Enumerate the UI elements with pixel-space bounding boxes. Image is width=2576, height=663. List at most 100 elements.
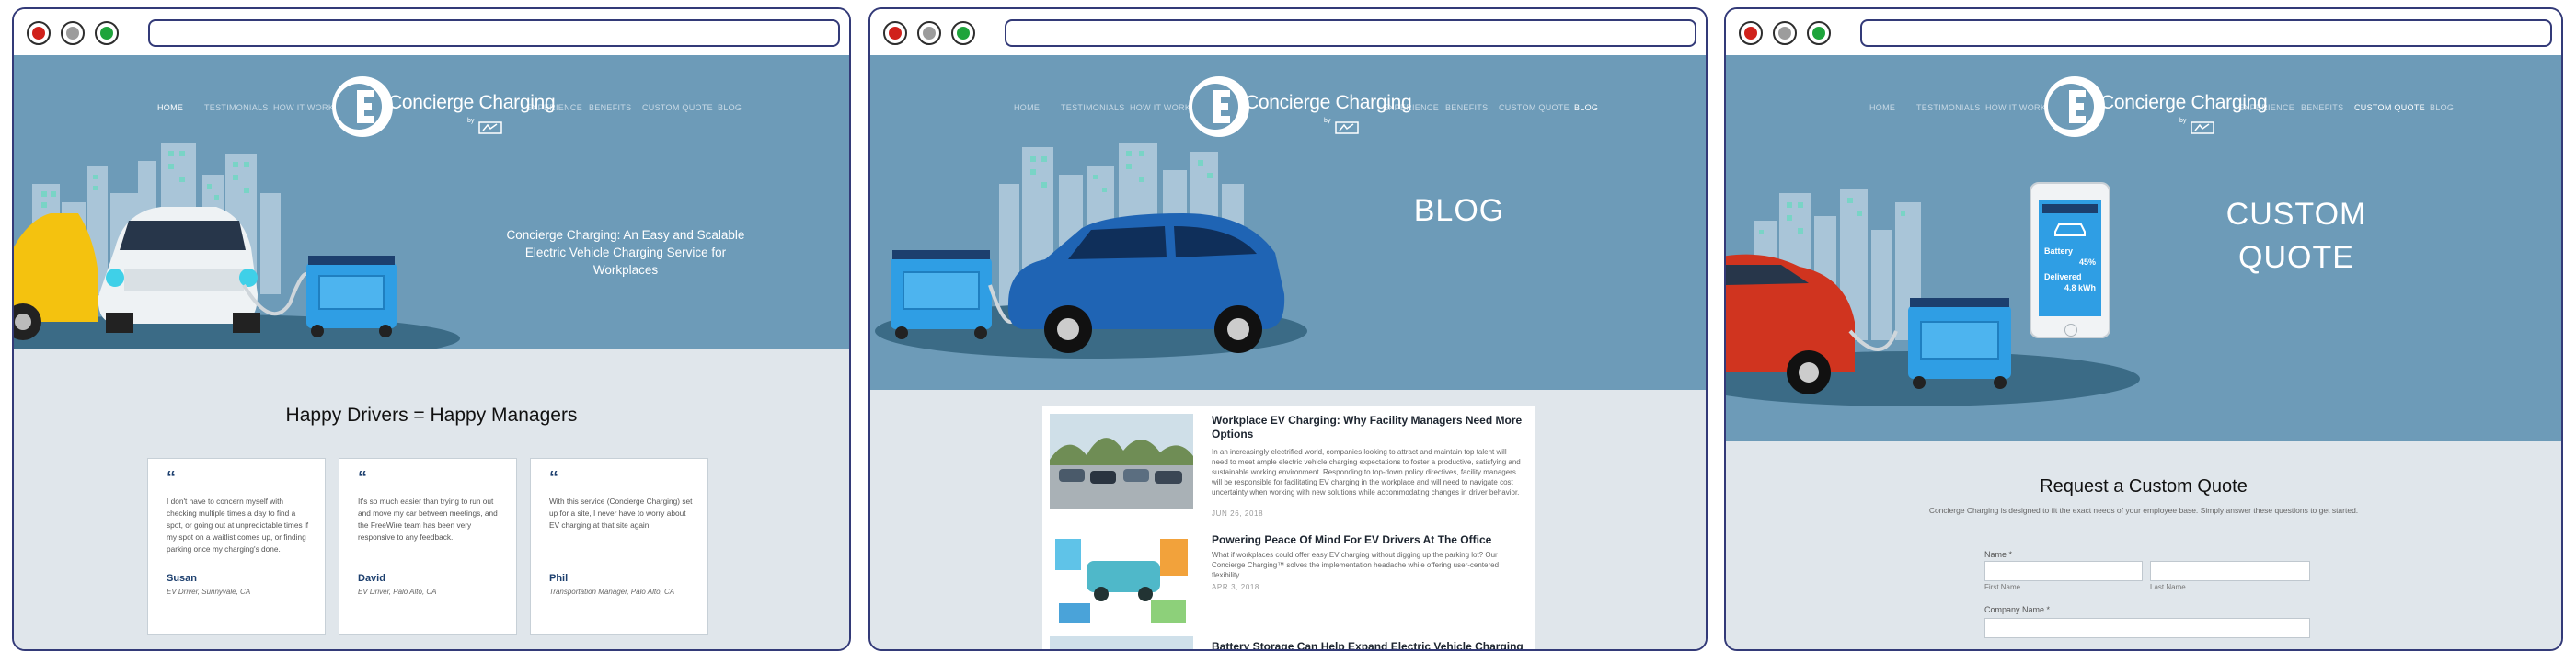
minimize-window-button[interactable] <box>1773 21 1797 45</box>
first-name-sublabel: First Name <box>1984 583 2021 591</box>
post-title[interactable]: Workplace EV Charging: Why Facility Mana… <box>1212 414 1524 441</box>
post-date: JUN 26, 2018 <box>1212 509 1264 518</box>
browser-chrome <box>1726 9 2561 55</box>
post-date: APR 3, 2018 <box>1212 583 1259 591</box>
close-window-button[interactable] <box>883 21 907 45</box>
maximize-window-button[interactable] <box>1807 21 1831 45</box>
page-title-line1: CUSTOM <box>2225 197 2367 232</box>
testimonial-text: I don't have to concern myself with chec… <box>167 497 309 554</box>
testimonial-role: EV Driver, Palo Alto, CA <box>358 588 437 596</box>
car-icon <box>2054 223 2086 236</box>
nav-blog[interactable]: BLOG <box>718 103 742 112</box>
phone-mockup: Battery 45% Delivered 4.8 kWh <box>2030 182 2110 338</box>
testimonial-text: It's so much easier than trying to run o… <box>358 497 498 542</box>
browser-chrome <box>870 9 1706 55</box>
nav-how-it-works[interactable]: HOW IT WORKS <box>273 103 339 112</box>
nav-benefits[interactable]: BENEFITS <box>2301 103 2343 112</box>
logo-wordmark: Concierge Charging <box>1245 92 1412 113</box>
address-bar[interactable] <box>1005 19 1696 47</box>
nav-testimonials[interactable]: TESTIMONIALS <box>1916 103 1981 112</box>
browser-window-home: HOME TESTIMONIALS HOW IT WORKS EXPERIENC… <box>12 7 851 651</box>
testimonial-text: With this service (Concierge Charging) s… <box>549 497 693 530</box>
minimize-window-button[interactable] <box>61 21 85 45</box>
nav-custom-quote[interactable]: CUSTOM QUOTE <box>2354 103 2425 112</box>
maximize-window-button[interactable] <box>95 21 119 45</box>
post-thumbnail[interactable] <box>1050 414 1193 509</box>
testimonial-author: Susan <box>167 573 198 584</box>
logo-by-text: by <box>467 118 475 124</box>
address-bar[interactable] <box>148 19 840 47</box>
nav-blog[interactable]: BLOG <box>1574 103 1598 112</box>
delivered-value: 4.8 kWh <box>2064 283 2096 292</box>
last-name-input[interactable] <box>2150 561 2310 581</box>
freewire-logo-icon <box>478 121 502 134</box>
brand-logo[interactable]: Concierge Charging by <box>2043 72 2268 145</box>
quote-icon: “ <box>549 468 558 488</box>
post-thumbnail[interactable] <box>1050 636 1193 649</box>
testimonial-card: “ With this service (Concierge Charging)… <box>530 458 708 635</box>
company-label: Company Name * <box>1984 605 2051 614</box>
phone-header-bar <box>2042 204 2098 213</box>
page-title-line2: QUOTE <box>2238 240 2354 275</box>
blog-post[interactable]: Workplace EV Charging: Why Facility Mana… <box>1050 414 1528 518</box>
quote-icon: “ <box>358 468 367 488</box>
nav-custom-quote[interactable]: CUSTOM QUOTE <box>1499 103 1570 112</box>
logo-by-text: by <box>2179 118 2187 124</box>
logo-emblem-icon <box>2044 76 2105 137</box>
nav-benefits[interactable]: BENEFITS <box>1445 103 1488 112</box>
nav-home[interactable]: HOME <box>1014 103 1040 112</box>
page-title: BLOG <box>1413 193 1505 228</box>
post-title[interactable]: Battery Storage Can Help Expand Electric… <box>1212 640 1524 649</box>
close-window-button[interactable] <box>1739 21 1763 45</box>
blog-post[interactable]: Battery Storage Can Help Expand Electric… <box>1050 636 1528 649</box>
freewire-logo-icon <box>1335 121 1359 134</box>
close-window-button[interactable] <box>27 21 51 45</box>
section-title: Request a Custom Quote <box>2040 476 2248 497</box>
testimonials-section: Happy Drivers = Happy Managers “ I don't… <box>14 349 849 649</box>
testimonial-author: David <box>358 573 385 584</box>
logo-by-text: by <box>1324 118 1331 124</box>
blog-post-list: Workplace EV Charging: Why Facility Mana… <box>1042 406 1535 649</box>
nav-blog[interactable]: BLOG <box>2430 103 2454 112</box>
maximize-window-button[interactable] <box>951 21 975 45</box>
post-excerpt: What if workplaces could offer easy EV c… <box>1212 551 1500 579</box>
hero-banner: HOME TESTIMONIALS HOW IT WORKS EXPERIENC… <box>1726 55 2561 441</box>
post-thumbnail[interactable] <box>1050 533 1193 629</box>
logo-wordmark: Concierge Charging <box>2100 92 2268 113</box>
quote-icon: “ <box>167 468 176 488</box>
nav-testimonials[interactable]: TESTIMONIALS <box>1061 103 1125 112</box>
quote-form-section: Request a Custom Quote Concierge Chargin… <box>1726 441 2561 649</box>
post-title[interactable]: Powering Peace Of Mind For EV Drivers At… <box>1212 533 1524 547</box>
nav-home[interactable]: HOME <box>157 103 183 112</box>
address-bar[interactable] <box>1860 19 2552 47</box>
logo-emblem-icon <box>1189 76 1249 137</box>
brand-logo[interactable]: Concierge Charging by <box>1188 72 1412 145</box>
brand-logo[interactable]: Concierge Charging by <box>331 72 556 145</box>
nav-how-it-works[interactable]: HOW IT WORKS <box>1985 103 2052 112</box>
company-name-input[interactable] <box>1984 618 2310 638</box>
browser-window-blog: HOME TESTIMONIALS HOW IT WORKS EXPERIENC… <box>868 7 1708 651</box>
name-label: Name * <box>1984 550 2013 559</box>
hero-banner: HOME TESTIMONIALS HOW IT WORKS EXPERIENC… <box>14 55 849 349</box>
logo-emblem-icon <box>332 76 393 137</box>
nav-how-it-works[interactable]: HOW IT WORKS <box>1130 103 1196 112</box>
testimonial-role: EV Driver, Sunnyvale, CA <box>167 588 251 596</box>
minimize-window-button[interactable] <box>917 21 941 45</box>
testimonial-role: Transportation Manager, Palo Alto, CA <box>549 588 675 596</box>
nav-home[interactable]: HOME <box>1869 103 1895 112</box>
testimonial-author: Phil <box>549 573 569 584</box>
delivered-label: Delivered <box>2044 272 2082 281</box>
nav-benefits[interactable]: BENEFITS <box>589 103 631 112</box>
first-name-input[interactable] <box>1984 561 2143 581</box>
browser-window-custom-quote: HOME TESTIMONIALS HOW IT WORKS EXPERIENC… <box>1724 7 2563 651</box>
logo-wordmark: Concierge Charging <box>388 92 556 113</box>
phone-screen: Battery 45% Delivered 4.8 kWh <box>2039 200 2101 316</box>
nav-custom-quote[interactable]: CUSTOM QUOTE <box>642 103 713 112</box>
browser-chrome <box>14 9 849 55</box>
nav-testimonials[interactable]: TESTIMONIALS <box>204 103 269 112</box>
battery-label: Battery <box>2044 246 2074 256</box>
hero-banner: HOME TESTIMONIALS HOW IT WORKS EXPERIENC… <box>870 55 1706 390</box>
parking-lot-photo-icon <box>1050 414 1193 509</box>
blog-post[interactable]: Powering Peace Of Mind For EV Drivers At… <box>1050 533 1528 634</box>
post-excerpt: In an increasingly electrified world, co… <box>1212 448 1521 497</box>
